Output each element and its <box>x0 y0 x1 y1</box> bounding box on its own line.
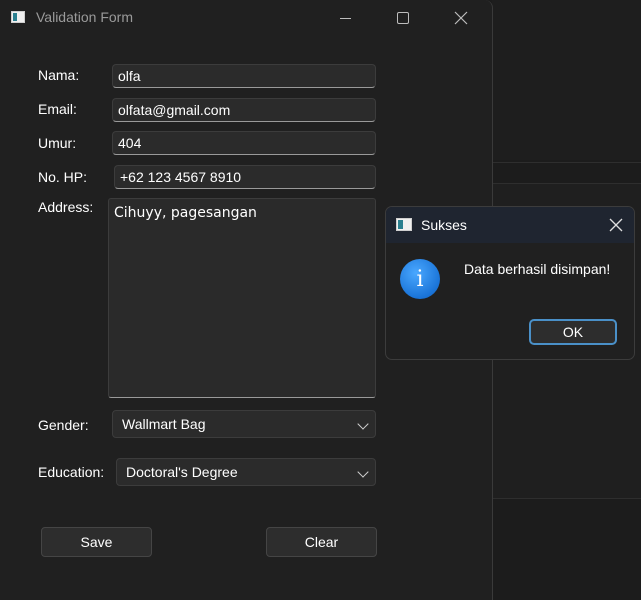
gender-selected-value: Wallmart Bag <box>122 416 206 432</box>
background-divider <box>492 162 641 163</box>
dialog-message: Data berhasil disimpan! <box>464 261 611 277</box>
title-bar[interactable]: Validation Form <box>0 0 492 36</box>
education-label: Education: <box>38 464 105 480</box>
app-icon <box>11 11 25 23</box>
close-icon <box>454 11 468 25</box>
dialog-close-button[interactable] <box>606 215 626 235</box>
address-label: Address: <box>38 199 94 215</box>
dialog-title-bar[interactable]: Sukses <box>386 207 634 243</box>
close-button[interactable] <box>438 0 484 36</box>
background-divider <box>492 498 641 499</box>
dialog-title: Sukses <box>421 217 467 233</box>
email-label: Email: <box>38 101 77 117</box>
background-divider <box>492 183 641 184</box>
address-textarea[interactable]: Cihuyy, pagesangan <box>108 198 376 398</box>
success-dialog: Sukses i Data berhasil disimpan! OK <box>385 206 635 360</box>
maximize-icon <box>397 12 409 24</box>
info-icon: i <box>400 259 440 299</box>
dialog-app-icon <box>396 218 412 231</box>
clear-button[interactable]: Clear <box>266 527 377 557</box>
chevron-down-icon <box>357 418 369 430</box>
ok-button[interactable]: OK <box>529 319 617 345</box>
nama-label: Nama: <box>38 67 80 83</box>
gender-select[interactable]: Wallmart Bag <box>112 410 376 438</box>
maximize-button[interactable] <box>380 0 426 36</box>
education-selected-value: Doctoral's Degree <box>126 464 238 480</box>
gender-label: Gender: <box>38 417 89 433</box>
umur-input[interactable]: 404 <box>112 131 376 155</box>
umur-label: Umur: <box>38 135 77 151</box>
education-select[interactable]: Doctoral's Degree <box>116 458 376 486</box>
minimize-icon <box>339 17 351 19</box>
no-hp-input[interactable]: +62 123 4567 8910 <box>114 165 376 189</box>
minimize-button[interactable] <box>322 0 368 36</box>
email-input[interactable]: olfata@gmail.com <box>112 98 376 122</box>
background-window <box>492 0 641 160</box>
close-icon <box>609 218 623 232</box>
no-hp-label: No. HP: <box>38 169 88 185</box>
nama-input[interactable]: olfa <box>112 64 376 88</box>
window-title: Validation Form <box>36 9 134 25</box>
save-button[interactable]: Save <box>41 527 152 557</box>
chevron-down-icon <box>357 466 369 478</box>
